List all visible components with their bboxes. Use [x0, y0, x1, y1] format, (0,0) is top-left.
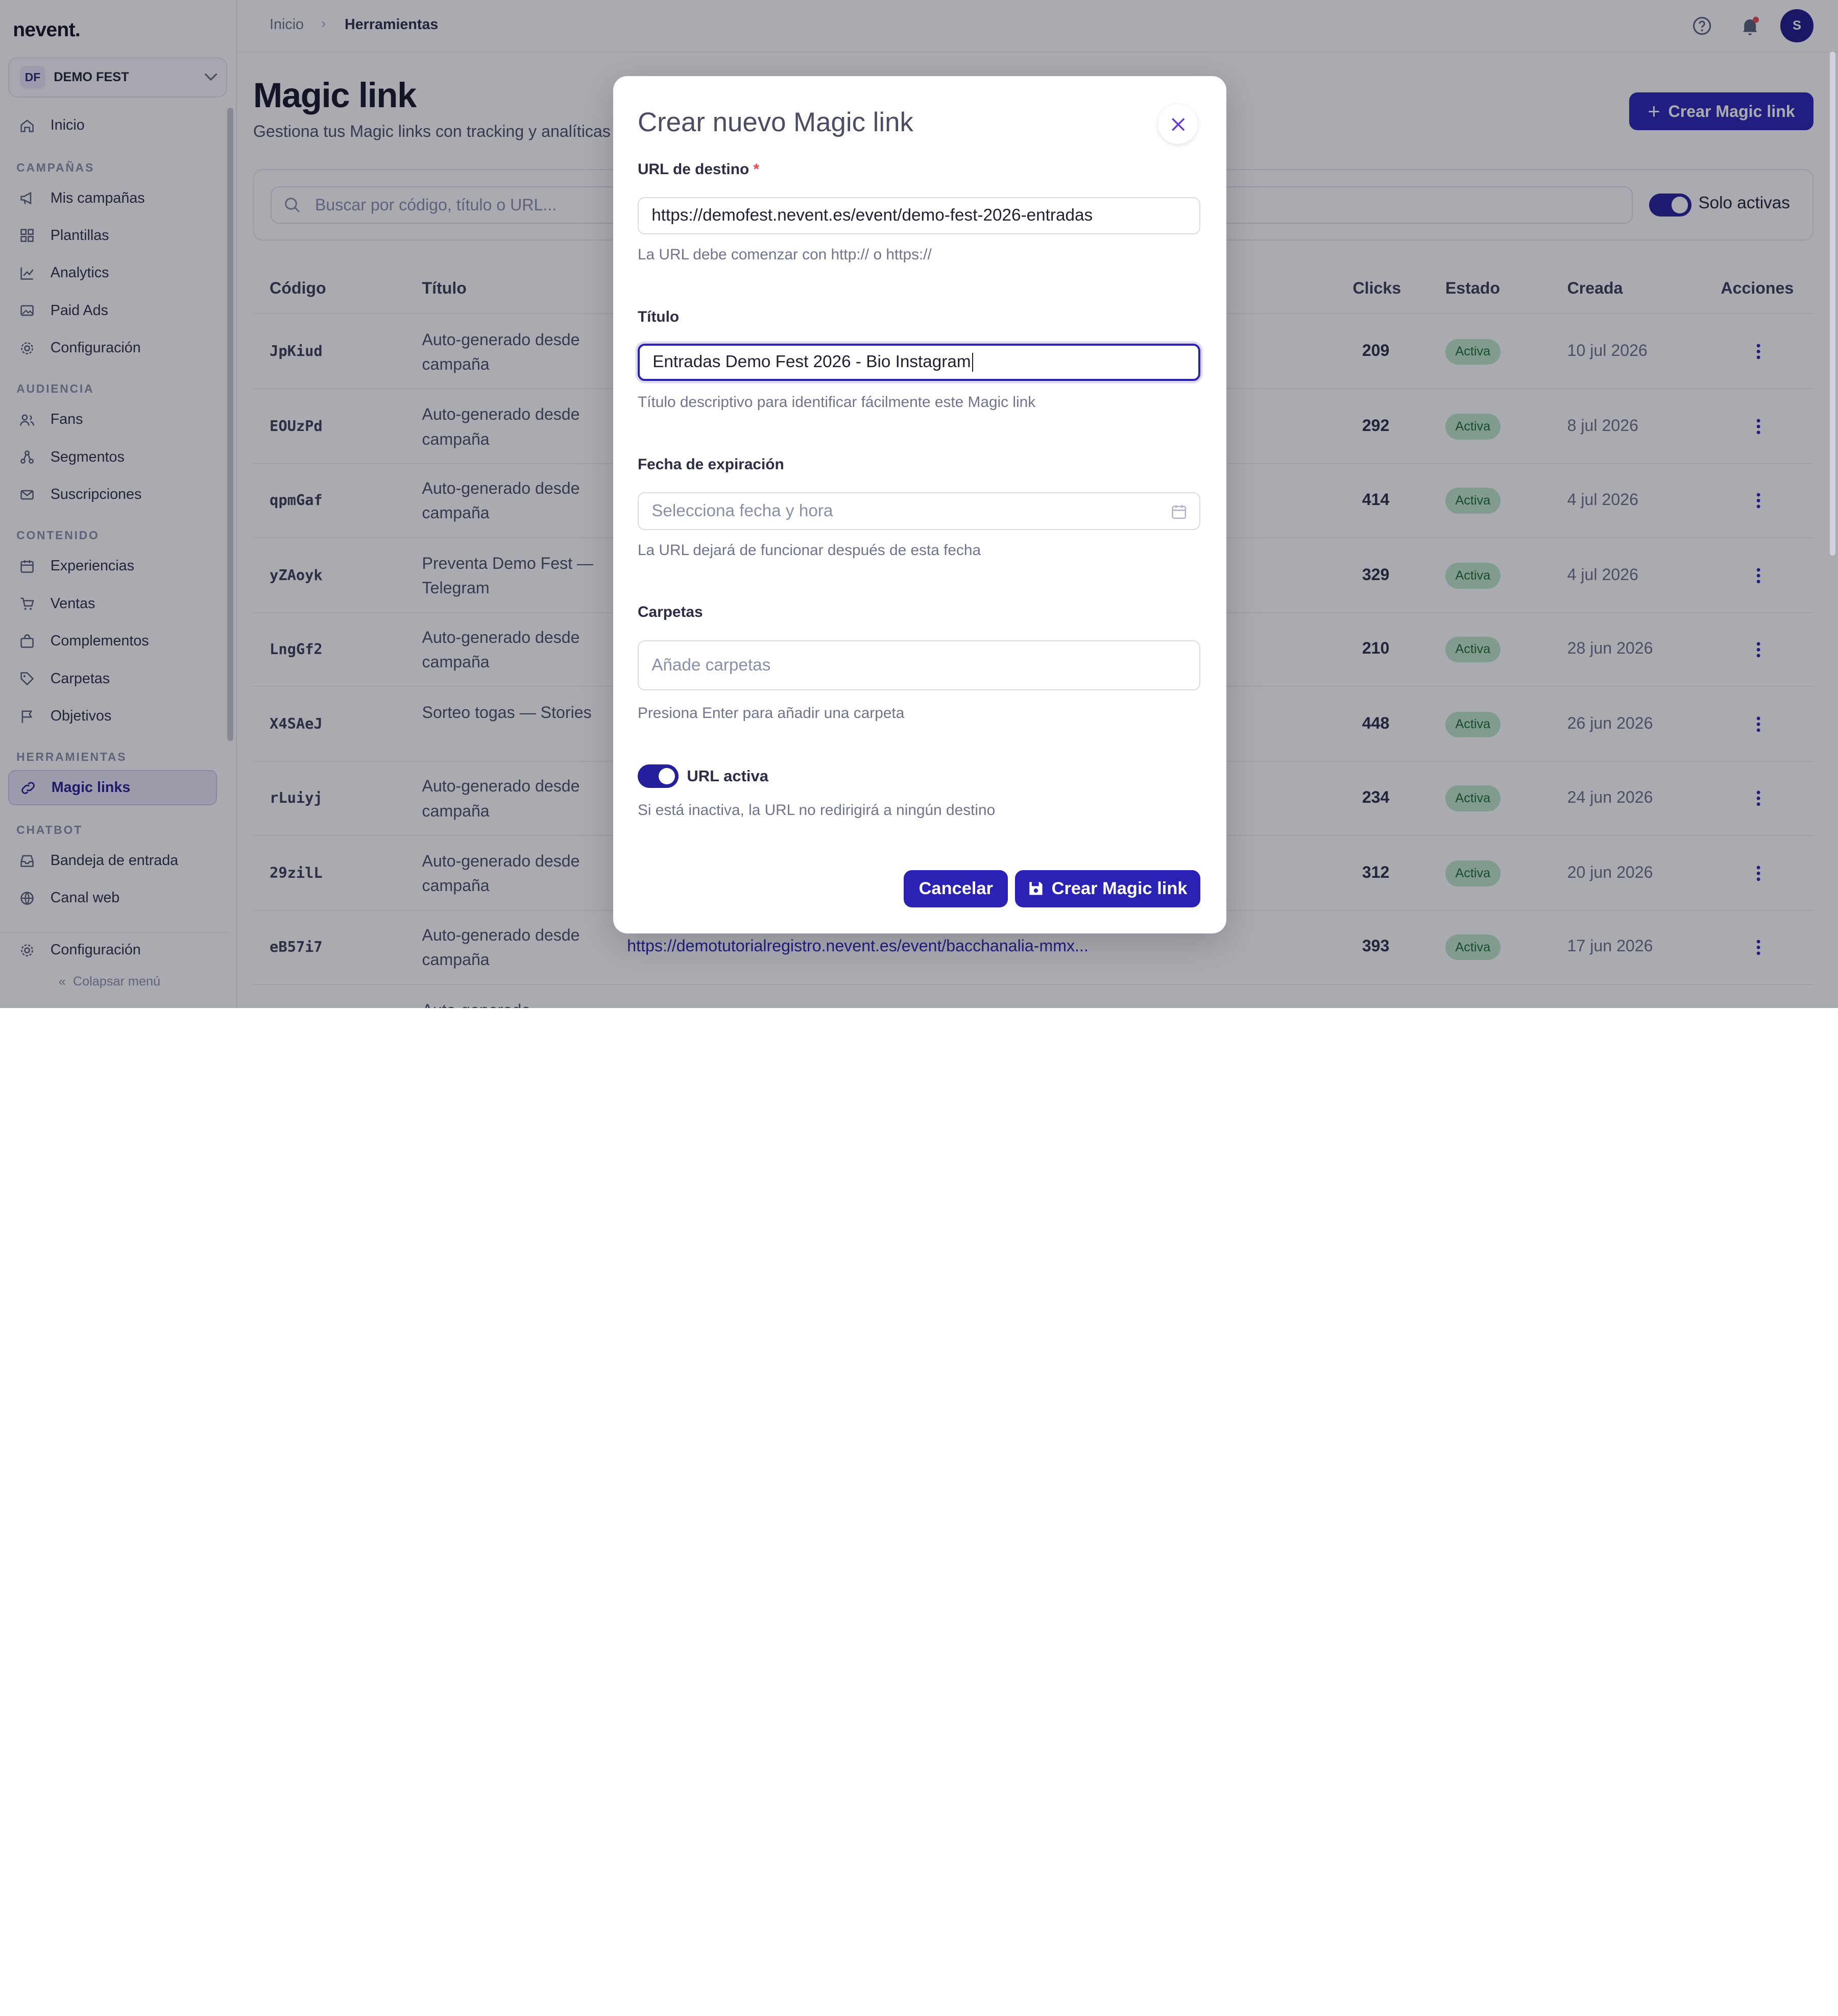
titulo-input[interactable]: Entradas Demo Fest 2026 - Bio Instagram	[637, 343, 1200, 381]
url-activa-help-text: Si está inactiva, la URL no redirigirá a…	[637, 802, 996, 819]
url-destino-value: https://demofest.nevent.es/event/demo-fe…	[651, 206, 1093, 225]
cancel-label: Cancelar	[918, 878, 993, 898]
url-label: URL de destino *	[638, 161, 759, 178]
text-cursor	[972, 353, 974, 372]
carpetas-help-text: Presiona Enter para añadir una carpeta	[637, 704, 905, 722]
carpetas-input[interactable]: Añade carpetas	[637, 640, 1200, 691]
required-marker: *	[753, 160, 760, 178]
url-help-text: La URL debe comenzar con http:// o https…	[637, 246, 932, 263]
fecha-label: Fecha de expiración	[637, 456, 784, 473]
close-icon	[1171, 117, 1185, 131]
close-button[interactable]	[1158, 104, 1198, 145]
titulo-help-text: Título descriptivo para identificar fáci…	[637, 394, 1036, 411]
titulo-value: Entradas Demo Fest 2026 - Bio Instagram	[652, 352, 971, 372]
create-magic-link-dialog: Crear nuevo Magic link URL de destino * …	[613, 76, 1226, 933]
url-activa-toggle[interactable]	[637, 764, 679, 788]
url-label-text: URL de destino	[637, 160, 749, 178]
url-destino-input[interactable]: https://demofest.nevent.es/event/demo-fe…	[637, 197, 1200, 235]
carpetas-placeholder: Añade carpetas	[651, 655, 771, 675]
dialog-title: Crear nuevo Magic link	[637, 107, 913, 137]
url-activa-label: URL activa	[687, 766, 768, 785]
calendar-icon	[1171, 505, 1186, 519]
page-scrollbar[interactable]	[1829, 52, 1836, 556]
save-icon	[1029, 882, 1043, 895]
fecha-expiracion-input[interactable]: Selecciona fecha y hora	[637, 492, 1200, 530]
cancel-button[interactable]: Cancelar	[904, 870, 1008, 907]
submit-create-magic-link-button[interactable]: Crear Magic link	[1015, 870, 1200, 907]
carpetas-label: Carpetas	[637, 604, 703, 621]
submit-label: Crear Magic link	[1051, 878, 1188, 898]
fecha-help-text: La URL dejará de funcionar después de es…	[637, 541, 981, 559]
titulo-label: Título	[637, 308, 680, 325]
fecha-placeholder: Selecciona fecha y hora	[651, 501, 833, 520]
